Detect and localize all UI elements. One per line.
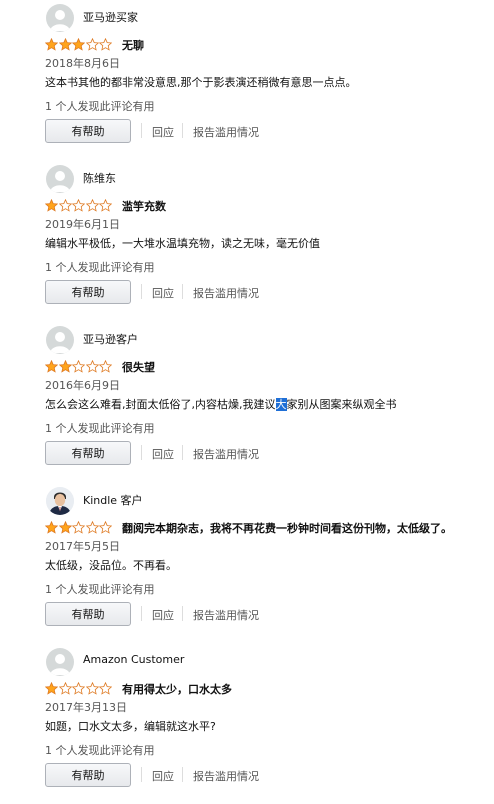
star-empty-icon	[85, 682, 99, 695]
report-abuse-link[interactable]: 报告滥用情况	[193, 768, 259, 784]
report-abuse-link[interactable]: 报告滥用情况	[193, 124, 259, 140]
star-filled-icon	[58, 38, 72, 51]
reviewer-name[interactable]: Kindle 客户	[83, 492, 143, 508]
reply-link[interactable]: 回应	[152, 446, 174, 462]
divider	[141, 284, 142, 299]
report-abuse-link[interactable]: 报告滥用情况	[193, 446, 259, 462]
reviewer-name[interactable]: 亚马逊客户	[83, 331, 138, 347]
reply-link[interactable]: 回应	[152, 285, 174, 301]
star-empty-icon	[72, 199, 85, 212]
divider	[182, 284, 183, 299]
star-filled-icon	[58, 360, 72, 373]
star-filled-icon	[45, 521, 58, 534]
selected-text: 大	[275, 398, 287, 411]
star-empty-icon	[85, 521, 99, 534]
star-empty-icon	[85, 199, 99, 212]
review-body: 如题，口水文太多，编辑就这水平?	[45, 720, 216, 733]
helpful-button[interactable]: 有帮助	[45, 441, 131, 465]
helpful-button[interactable]: 有帮助	[45, 280, 131, 304]
star-rating	[45, 360, 113, 373]
review-body: 这本书其他的都非常没意思,那个于影表演还稍微有意思一点点。	[45, 76, 357, 89]
divider	[182, 123, 183, 138]
divider	[182, 767, 183, 782]
star-empty-icon	[58, 199, 72, 212]
star-rating	[45, 38, 113, 51]
report-abuse-link[interactable]: 报告滥用情况	[193, 285, 259, 301]
star-empty-icon	[85, 38, 99, 51]
helpful-count: 1 个人发现此评论有用	[45, 583, 155, 596]
divider	[141, 445, 142, 460]
review-body: 太低级，没品位。不再看。	[45, 559, 177, 572]
star-rating	[45, 199, 113, 212]
helpful-count: 1 个人发现此评论有用	[45, 261, 155, 274]
review-card: Kindle 客户 翻阅完本期杂志，我将不再花费一秒钟时间看这份刊物，太低级了。…	[0, 483, 494, 643]
star-empty-icon	[99, 521, 112, 534]
helpful-count: 1 个人发现此评论有用	[45, 422, 155, 435]
review-body: 怎么会这么难看,封面太低俗了,内容枯燥,我建议大家别从图案来纵观全书	[45, 396, 397, 412]
helpful-count: 1 个人发现此评论有用	[45, 100, 155, 113]
star-filled-icon	[45, 38, 58, 51]
default-user-icon	[46, 165, 74, 193]
review-title[interactable]: 无聊	[122, 37, 144, 53]
divider	[141, 606, 142, 621]
reply-link[interactable]: 回应	[152, 607, 174, 623]
review-card: 亚马逊客户 很失望 2016年6月9日 怎么会这么难看,封面太低俗了,内容枯燥,…	[0, 322, 494, 482]
star-filled-icon	[45, 199, 58, 212]
review-date: 2017年3月13日	[45, 701, 127, 714]
default-user-icon	[46, 4, 74, 32]
star-empty-icon	[85, 360, 99, 373]
report-abuse-link[interactable]: 报告滥用情况	[193, 607, 259, 623]
star-rating	[45, 521, 113, 534]
star-empty-icon	[72, 521, 85, 534]
default-user-icon	[46, 326, 74, 354]
reply-link[interactable]: 回应	[152, 124, 174, 140]
star-rating	[45, 682, 113, 695]
star-filled-icon	[72, 38, 85, 51]
reply-link[interactable]: 回应	[152, 768, 174, 784]
helpful-count: 1 个人发现此评论有用	[45, 744, 155, 757]
review-body-text: 家别从图案来纵观全书	[286, 398, 397, 411]
review-body-text: 怎么会这么难看,封面太低俗了,内容枯燥,我建议	[45, 398, 276, 411]
review-title[interactable]: 有用得太少，口水太多	[122, 681, 232, 697]
review-body: 编辑水平极低，一大堆水温填充物，读之无味，毫无价值	[45, 237, 320, 250]
review-title[interactable]: 很失望	[122, 359, 155, 375]
helpful-button[interactable]: 有帮助	[45, 763, 131, 787]
star-filled-icon	[58, 521, 72, 534]
star-empty-icon	[99, 360, 112, 373]
review-date: 2019年6月1日	[45, 218, 120, 231]
review-title[interactable]: 滥竽充数	[122, 198, 166, 214]
star-empty-icon	[58, 682, 72, 695]
user-photo-icon	[46, 487, 74, 515]
star-empty-icon	[99, 682, 112, 695]
divider	[141, 767, 142, 782]
divider	[182, 445, 183, 460]
star-empty-icon	[72, 682, 85, 695]
review-date: 2016年6月9日	[45, 379, 120, 392]
reviewer-name[interactable]: Amazon Customer	[83, 653, 184, 666]
helpful-button[interactable]: 有帮助	[45, 602, 131, 626]
star-empty-icon	[99, 199, 112, 212]
helpful-button[interactable]: 有帮助	[45, 119, 131, 143]
star-filled-icon	[45, 360, 58, 373]
review-card: 亚马逊买家 无聊 2018年8月6日 这本书其他的都非常没意思,那个于影表演还稍…	[0, 0, 494, 160]
reviewer-name[interactable]: 亚马逊买家	[83, 9, 138, 25]
review-card: Amazon Customer 有用得太少，口水太多 2017年3月13日 如题…	[0, 644, 494, 804]
divider	[182, 606, 183, 621]
review-date: 2018年8月6日	[45, 57, 120, 70]
review-date: 2017年5月5日	[45, 540, 120, 553]
reviewer-name[interactable]: 陈维东	[83, 170, 116, 186]
default-user-icon	[46, 648, 74, 676]
divider	[141, 123, 142, 138]
review-card: 陈维东 滥竽充数 2019年6月1日 编辑水平极低，一大堆水温填充物，读之无味，…	[0, 161, 494, 321]
star-filled-icon	[45, 682, 58, 695]
star-empty-icon	[72, 360, 85, 373]
review-title[interactable]: 翻阅完本期杂志，我将不再花费一秒钟时间看这份刊物，太低级了。	[122, 520, 452, 536]
star-empty-icon	[99, 38, 112, 51]
